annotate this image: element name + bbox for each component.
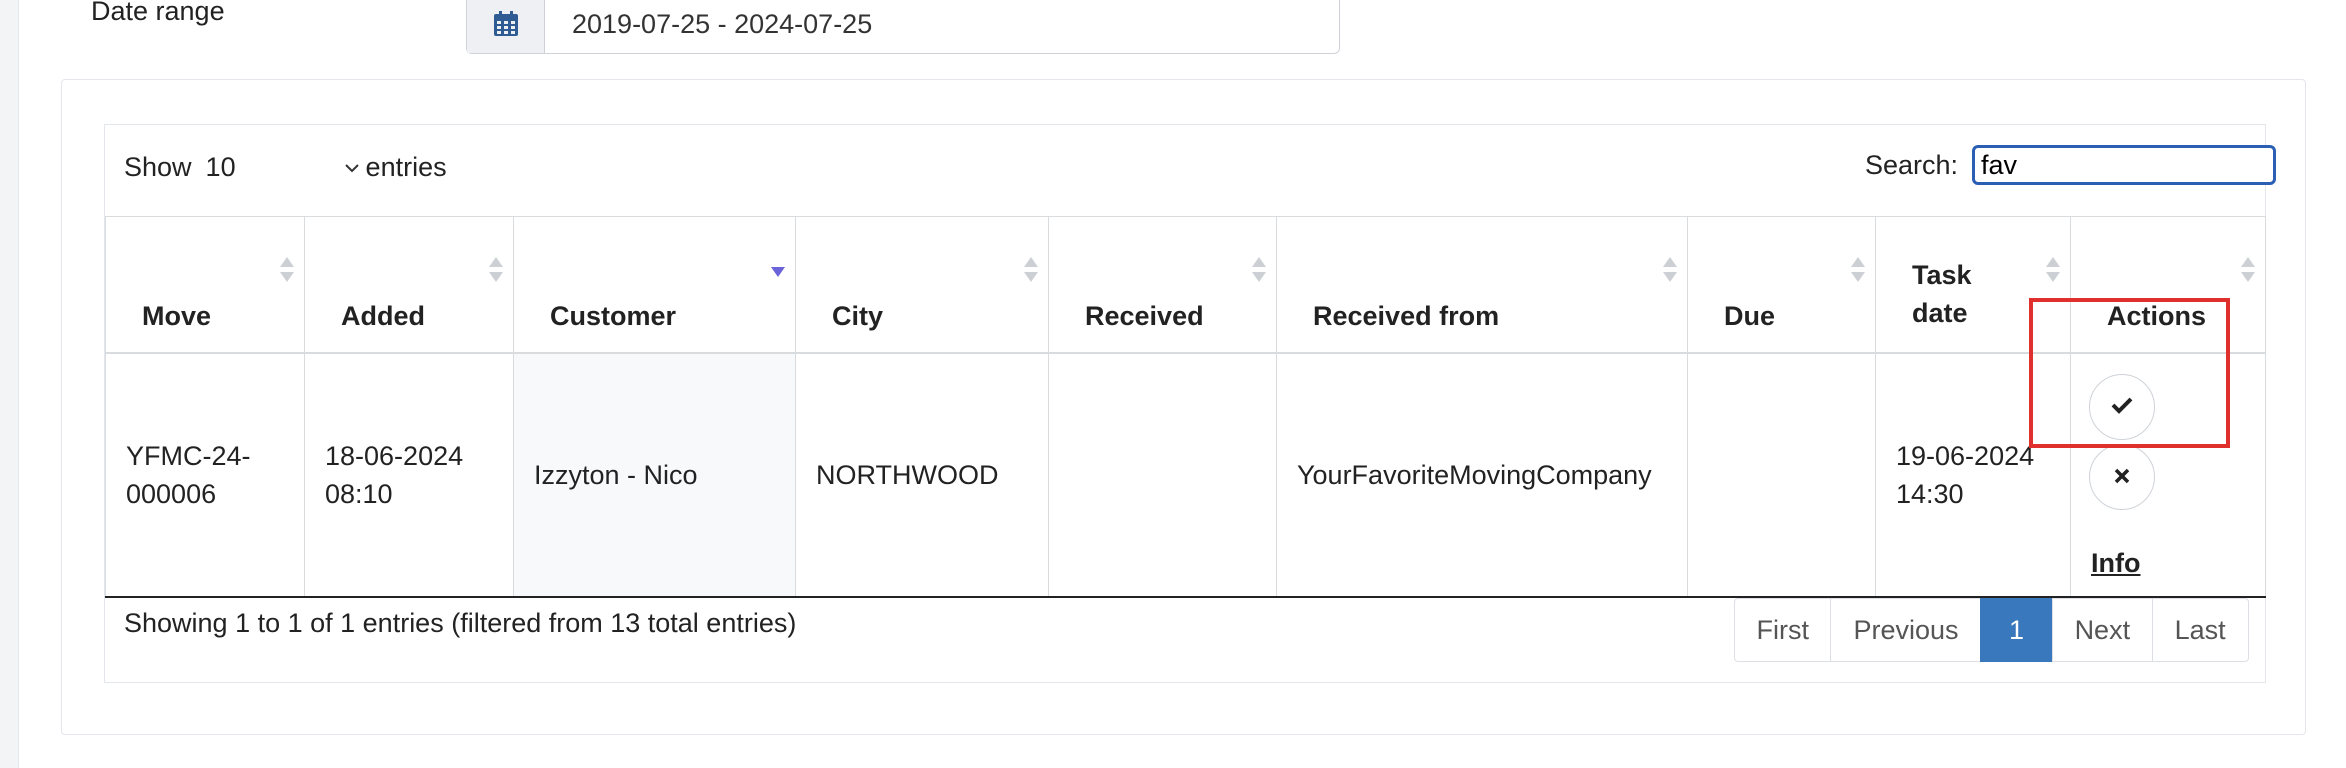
column-header-received[interactable]: Received <box>1048 216 1277 354</box>
sort-desc-icon <box>771 257 785 285</box>
chevron-down-icon <box>338 156 366 179</box>
search-label: Search: <box>1864 149 1958 180</box>
cell-received-from: YourFavoriteMovingCompany <box>1276 352 1688 598</box>
table-row: YFMC-24-000006 18-06-2024 08:10 Izzyton … <box>105 352 2266 598</box>
table-info: Showing 1 to 1 of 1 entries (filtered fr… <box>124 608 797 638</box>
entries-label: entries <box>365 152 447 182</box>
sort-icon <box>1663 257 1677 285</box>
column-header-city[interactable]: City <box>795 216 1049 354</box>
x-icon <box>2114 458 2130 496</box>
sort-icon <box>1024 257 1038 285</box>
cell-added: 18-06-2024 08:10 <box>304 352 514 598</box>
entries-select-value: 10 <box>205 152 236 182</box>
pagination-first[interactable]: First <box>1733 598 1832 662</box>
reject-button[interactable] <box>2089 444 2155 510</box>
date-range-label: Date range <box>91 0 225 26</box>
column-header-added[interactable]: Added <box>304 216 514 354</box>
pagination: First Previous 1 Next Last <box>1733 598 2249 662</box>
highlight-box <box>2029 298 2230 448</box>
calendar-icon[interactable] <box>467 0 545 53</box>
cell-move: YFMC-24-000006 <box>105 352 305 598</box>
column-header-received-from[interactable]: Received from <box>1276 216 1688 354</box>
table-header-row: Move Added Customer City Received Receiv… <box>105 216 2266 354</box>
date-range-value[interactable]: 2019-07-25 - 2024-07-25 <box>545 0 872 53</box>
pagination-previous[interactable]: Previous <box>1830 598 1982 662</box>
pagination-next[interactable]: Next <box>2051 598 2154 662</box>
pagination-last[interactable]: Last <box>2151 598 2249 662</box>
show-label: Show <box>124 152 192 182</box>
cell-city: NORTHWOOD <box>795 352 1049 598</box>
entries-select[interactable]: 10 <box>206 152 366 183</box>
date-range-picker[interactable]: 2019-07-25 - 2024-07-25 <box>466 0 1340 54</box>
sort-icon <box>1252 257 1266 285</box>
cell-due <box>1687 352 1876 598</box>
pagination-page-current[interactable]: 1 <box>1980 598 2054 662</box>
search-input[interactable] <box>1972 145 2276 185</box>
entries-length-control: Show 10 entries <box>124 152 447 183</box>
column-header-due[interactable]: Due <box>1687 216 1876 354</box>
cell-received <box>1048 352 1277 598</box>
cell-customer: Izzyton - Nico <box>513 352 796 598</box>
info-link[interactable]: Info <box>2091 544 2140 582</box>
sort-icon <box>2241 257 2255 285</box>
sort-icon <box>2046 257 2060 285</box>
column-header-customer[interactable]: Customer <box>513 216 796 354</box>
left-sidebar-edge <box>0 0 19 768</box>
moves-table: Move Added Customer City Received Receiv… <box>105 216 2266 598</box>
sort-icon <box>1851 257 1865 285</box>
sort-icon <box>489 257 503 285</box>
column-header-move[interactable]: Move <box>105 216 305 354</box>
sort-icon <box>280 257 294 285</box>
search-control: Search: <box>1865 145 2276 185</box>
